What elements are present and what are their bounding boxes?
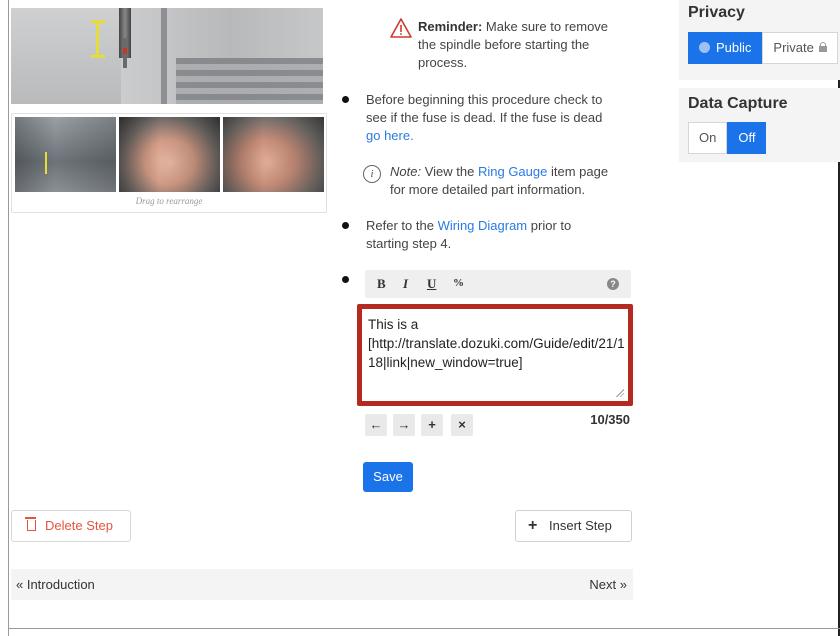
bullet-2-text: Refer to the Wiring Diagram prior to sta… bbox=[366, 217, 636, 253]
thumbnail-3[interactable] bbox=[223, 117, 324, 192]
trash-icon bbox=[25, 517, 36, 531]
note-pre: View the bbox=[424, 164, 475, 179]
private-label: Private bbox=[773, 40, 814, 55]
reminder-line-3: process. bbox=[418, 55, 468, 70]
bold-button[interactable]: B bbox=[377, 276, 386, 292]
privacy-card: Privacy Public Private bbox=[679, 0, 840, 80]
save-button[interactable]: Save bbox=[363, 462, 413, 492]
off-option[interactable]: Off bbox=[727, 122, 767, 154]
reminder-line-1: Make sure to remove bbox=[485, 19, 609, 34]
warning-icon bbox=[390, 18, 412, 38]
data-capture-title: Data Capture bbox=[688, 95, 788, 112]
italic-button[interactable]: I bbox=[403, 276, 408, 292]
thumbnail-1[interactable] bbox=[15, 117, 116, 192]
help-icon[interactable]: ? bbox=[607, 278, 619, 290]
wiring-diagram-link[interactable]: Wiring Diagram bbox=[438, 218, 528, 233]
add-line-icon[interactable]: + bbox=[421, 414, 443, 436]
plus-icon: + bbox=[528, 517, 538, 534]
insert-step-label: Insert Step bbox=[549, 518, 612, 533]
measurement-marker-icon bbox=[91, 20, 105, 58]
privacy-title: Privacy bbox=[688, 4, 745, 21]
bullet-2-post: prior to bbox=[530, 218, 572, 233]
frame-left-border bbox=[8, 0, 9, 636]
insert-step-button[interactable]: + Insert Step bbox=[515, 510, 632, 542]
public-option[interactable]: Public bbox=[688, 32, 763, 64]
bullet-2-pre: Refer to the bbox=[366, 218, 434, 233]
thumbnail-2[interactable] bbox=[119, 117, 220, 192]
on-option[interactable]: On bbox=[688, 122, 728, 154]
data-capture-card: Data Capture On Off bbox=[679, 88, 840, 162]
go-here-link[interactable]: go here. bbox=[366, 128, 414, 143]
frame-bottom-border bbox=[8, 628, 840, 629]
step-main-image[interactable] bbox=[11, 8, 323, 104]
bullet-1-line-1: Before beginning this procedure check to bbox=[366, 92, 603, 107]
step-line-textarea[interactable]: This is a [http://translate.dozuki.com/G… bbox=[368, 315, 626, 399]
bullet-point bbox=[342, 96, 349, 103]
reminder-title: Reminder: bbox=[418, 19, 483, 34]
info-icon: i bbox=[363, 165, 381, 183]
bullet-2-line-2: starting step 4. bbox=[366, 236, 452, 251]
editor-toolbar: B I U % ? bbox=[365, 270, 631, 298]
thumbnail-strip: Drag to rearrange bbox=[11, 113, 327, 213]
ring-gauge-link[interactable]: Ring Gauge bbox=[478, 164, 547, 179]
step-navigation: « Introduction Next » bbox=[11, 569, 633, 600]
next-step-link[interactable]: Next » bbox=[589, 577, 627, 592]
delete-step-label: Delete Step bbox=[45, 518, 113, 533]
note-text: Note: View the Ring Gauge item page for … bbox=[390, 163, 640, 199]
resize-grip-icon[interactable] bbox=[616, 389, 624, 397]
prev-step-link[interactable]: « Introduction bbox=[16, 577, 95, 592]
note-line-2: for more detailed part information. bbox=[390, 182, 586, 197]
privacy-toggle: Public Private bbox=[688, 32, 838, 64]
bullet-point bbox=[342, 276, 349, 283]
private-option[interactable]: Private bbox=[762, 32, 838, 64]
lock-icon bbox=[818, 42, 827, 52]
bullet-1-text: Before beginning this procedure check to… bbox=[366, 91, 636, 145]
data-capture-toggle: On Off bbox=[688, 122, 767, 154]
note-label: Note: bbox=[390, 164, 422, 179]
char-count: 10/350 bbox=[590, 412, 630, 427]
reminder-text: Reminder: Make sure to remove the spindl… bbox=[418, 18, 628, 72]
bullet-1-line-2: see if the fuse is dead. If the fuse is … bbox=[366, 110, 603, 125]
drag-hint: Drag to rearrange bbox=[135, 196, 203, 206]
indent-arrow-icon[interactable]: → bbox=[393, 414, 415, 436]
outdent-arrow-icon[interactable]: ← bbox=[365, 414, 387, 436]
remove-line-icon[interactable]: × bbox=[451, 414, 473, 436]
delete-step-button[interactable]: Delete Step bbox=[11, 510, 131, 542]
public-label: Public bbox=[716, 40, 752, 55]
link-button[interactable]: % bbox=[453, 277, 464, 289]
reminder-line-2: the spindle before starting the bbox=[418, 37, 590, 52]
note-post: item page bbox=[550, 164, 609, 179]
globe-icon bbox=[699, 42, 710, 53]
underline-button[interactable]: U bbox=[427, 276, 436, 292]
highlighted-editor: This is a [http://translate.dozuki.com/G… bbox=[357, 304, 633, 406]
bullet-point bbox=[342, 222, 349, 229]
